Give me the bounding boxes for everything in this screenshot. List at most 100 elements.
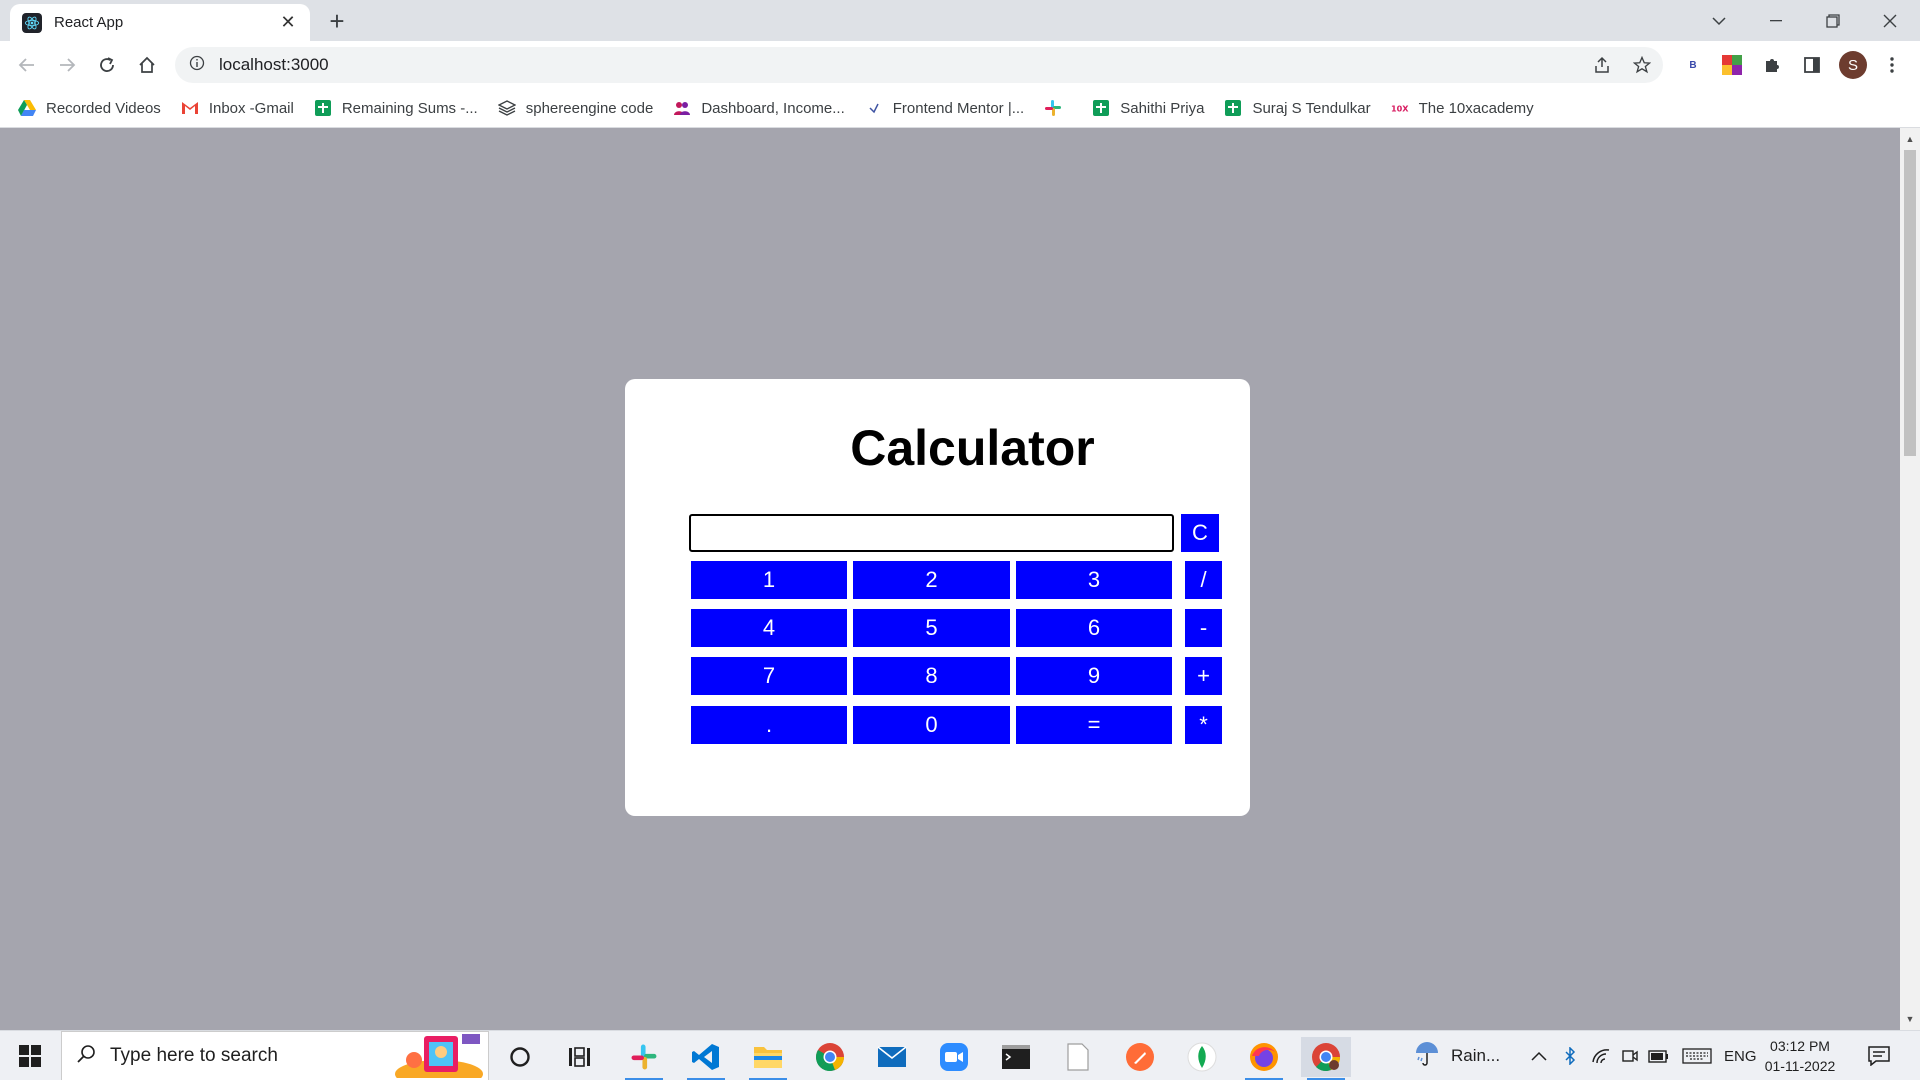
bookmark-slack[interactable]: [1044, 99, 1072, 117]
wifi-icon[interactable]: [1591, 1031, 1611, 1080]
bookmark-star-icon[interactable]: [1628, 51, 1656, 79]
zoom-icon[interactable]: [929, 1037, 979, 1077]
bookmark-remaining-sums[interactable]: Remaining Sums -...: [314, 99, 478, 117]
key-3[interactable]: 3: [1016, 561, 1172, 599]
notifications-icon[interactable]: [1868, 1031, 1890, 1080]
bookmark-label: Sahithi Priya: [1120, 99, 1205, 117]
reload-icon[interactable]: [93, 51, 121, 79]
key-2[interactable]: 2: [853, 561, 1010, 599]
tab-react-app[interactable]: React App ✕: [10, 4, 310, 41]
vscode-icon[interactable]: [681, 1037, 731, 1080]
rain-umbrella-icon: [1413, 1040, 1441, 1072]
windows-taskbar: Type here to search Rain... ENG 03:12 PM…: [0, 1030, 1920, 1080]
bookmark-label: Frontend Mentor |...: [892, 99, 1025, 117]
system-clock[interactable]: 03:12 PM 01-11-2022: [1755, 1036, 1845, 1076]
bookmark-frontend-mentor[interactable]: Frontend Mentor |...: [865, 99, 1024, 117]
key-add[interactable]: +: [1185, 657, 1222, 695]
key-9[interactable]: 9: [1016, 657, 1172, 695]
minimize-icon[interactable]: [1748, 0, 1804, 41]
blank-document-icon[interactable]: [1053, 1037, 1103, 1077]
extensions-puzzle-icon[interactable]: [1758, 51, 1786, 79]
language-indicator[interactable]: ENG: [1724, 1031, 1757, 1080]
key-0[interactable]: 0: [853, 706, 1010, 744]
more-menu-icon[interactable]: [1878, 51, 1906, 79]
taskbar-search-box[interactable]: Type here to search: [61, 1031, 489, 1080]
key-multiply[interactable]: *: [1185, 706, 1222, 744]
task-view-icon[interactable]: [555, 1037, 605, 1077]
calculator-title: Calculator: [850, 420, 1095, 476]
bookmark-inbox-gmail[interactable]: Inbox -Gmail: [181, 99, 294, 117]
keyboard-icon[interactable]: [1682, 1031, 1712, 1080]
key-5[interactable]: 5: [853, 609, 1010, 647]
mail-icon[interactable]: [867, 1037, 917, 1077]
page-scrollbar[interactable]: ▲ ▼: [1900, 128, 1920, 1030]
chrome-active-icon[interactable]: [1301, 1037, 1351, 1080]
bookmark-sphereengine-code[interactable]: sphereengine code: [497, 99, 654, 117]
file-explorer-icon[interactable]: [743, 1037, 793, 1080]
bookmark-recorded-videos[interactable]: Recorded Videos: [18, 99, 161, 117]
close-window-icon[interactable]: [1862, 0, 1918, 41]
key-8[interactable]: 8: [853, 657, 1010, 695]
bookmark-label: sphereengine code: [525, 99, 654, 117]
scroll-up-icon[interactable]: ▲: [1900, 130, 1920, 148]
meet-now-icon[interactable]: [1621, 1031, 1639, 1080]
google-sheets-icon: [1092, 99, 1110, 117]
battery-icon[interactable]: [1648, 1031, 1670, 1080]
address-bar[interactable]: localhost:3000: [175, 47, 1663, 83]
key-subtract[interactable]: -: [1185, 609, 1222, 647]
firefox-icon[interactable]: [1239, 1037, 1289, 1080]
show-hidden-icons-icon[interactable]: [1531, 1031, 1547, 1080]
back-icon[interactable]: [13, 51, 41, 79]
key-decimal[interactable]: .: [691, 706, 847, 744]
chrome-icon[interactable]: [805, 1037, 855, 1077]
scroll-down-icon[interactable]: ▼: [1900, 1010, 1920, 1028]
frontend-mentor-icon: [865, 99, 883, 117]
share-icon[interactable]: [1588, 51, 1616, 79]
postman-icon[interactable]: [1115, 1037, 1165, 1077]
weather-text: Rain...: [1451, 1046, 1501, 1065]
site-info-icon[interactable]: [189, 55, 205, 76]
calculator-card: Calculator C 1 2 3 / 4 5 6 - 7 8 9 + . 0…: [625, 379, 1250, 816]
bookmark-10xacademy[interactable]: 10X The 10xacademy: [1391, 99, 1534, 117]
scroll-thumb[interactable]: [1904, 150, 1916, 456]
browser-toolbar: localhost:3000 B S: [0, 41, 1920, 89]
slack-icon[interactable]: [619, 1037, 669, 1080]
clock-date: 01-11-2022: [1764, 1058, 1836, 1074]
tab-strip: React App ✕ +: [0, 0, 1920, 41]
bluetooth-icon[interactable]: [1564, 1031, 1576, 1080]
key-1[interactable]: 1: [691, 561, 847, 599]
10x-icon: 10X: [1391, 99, 1409, 117]
key-4[interactable]: 4: [691, 609, 847, 647]
search-icon: [76, 1044, 96, 1069]
bookmark-suraj-s-tendulkar[interactable]: Suraj S Tendulkar: [1224, 99, 1371, 117]
windows-start-icon[interactable]: [10, 1043, 50, 1069]
key-divide[interactable]: /: [1185, 561, 1222, 599]
bookmark-dashboard-income[interactable]: Dashboard, Income...: [673, 99, 845, 117]
key-equals[interactable]: =: [1016, 706, 1172, 744]
clear-button[interactable]: C: [1181, 514, 1219, 552]
extension-colorful-icon[interactable]: [1718, 51, 1746, 79]
bookmark-label: Dashboard, Income...: [701, 99, 845, 117]
forward-icon[interactable]: [53, 51, 81, 79]
terminal-icon[interactable]: [991, 1037, 1041, 1077]
close-tab-icon[interactable]: ✕: [278, 12, 298, 33]
calculator-display[interactable]: [689, 514, 1174, 552]
profile-avatar[interactable]: S: [1839, 51, 1867, 79]
google-drive-icon: [18, 99, 36, 117]
restore-icon[interactable]: [1805, 0, 1861, 41]
home-icon[interactable]: [133, 51, 161, 79]
key-6[interactable]: 6: [1016, 609, 1172, 647]
bookmarks-bar: Recorded Videos Inbox -Gmail Remaining S…: [0, 89, 1920, 128]
side-panel-icon[interactable]: [1798, 51, 1826, 79]
tab-search-icon[interactable]: [1691, 0, 1747, 41]
react-icon: [22, 12, 42, 33]
key-7[interactable]: 7: [691, 657, 847, 695]
cortana-icon[interactable]: [495, 1037, 545, 1077]
extension-b-icon[interactable]: B: [1679, 51, 1707, 79]
mongodb-icon[interactable]: [1177, 1037, 1227, 1077]
bookmark-sahithi-priya[interactable]: Sahithi Priya: [1092, 99, 1204, 117]
weather-widget[interactable]: Rain...: [1413, 1031, 1500, 1080]
svg-text:10X: 10X: [1391, 104, 1409, 113]
new-tab-button[interactable]: +: [325, 8, 349, 34]
clock-time: 03:12 PM: [1770, 1038, 1830, 1054]
